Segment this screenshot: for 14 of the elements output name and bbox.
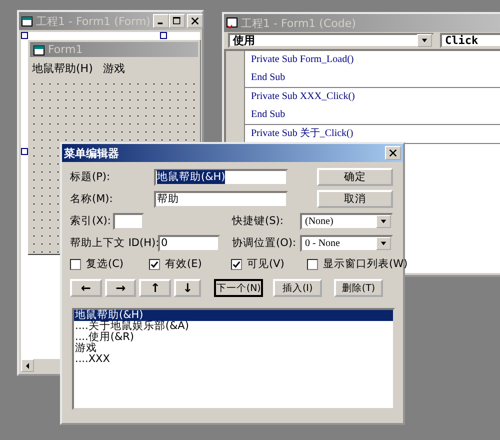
field-label: 帮助上下文 ID(H): [70,236,158,250]
code-line: Private Sub XXX_Click() [251,90,356,104]
code-line: Private Sub 关于_Click() [251,126,354,141]
code-line: Private Sub Form_Load() [251,53,355,67]
window-title: 工程1 - Form1 (Code) [241,16,356,30]
form-title: Form1 [48,43,83,56]
dialog-title: 菜单编辑器 [64,146,119,160]
field-label: 名称(M): [70,192,114,206]
code-line: End Sub [251,71,286,85]
code-line: End Sub [251,108,286,122]
field-label: 标题(P): [70,170,112,184]
field-label: 索引(X): [70,214,112,228]
field-label: 快捷键(S): [232,214,284,228]
field-label: 协调位置(O): [232,236,297,250]
